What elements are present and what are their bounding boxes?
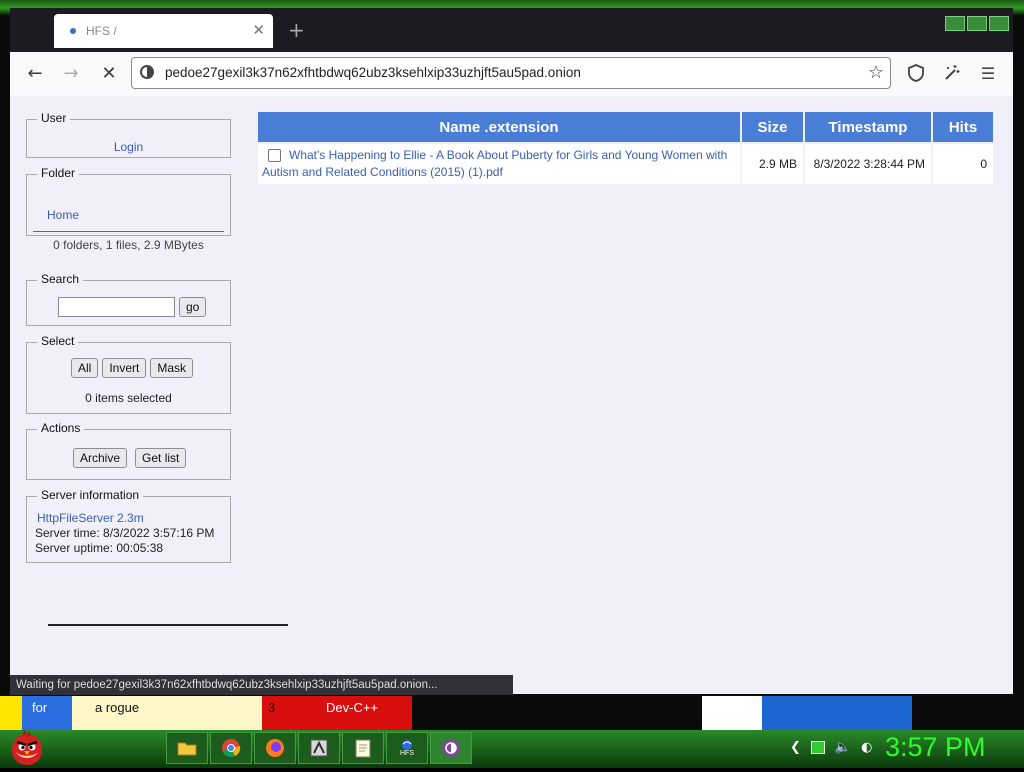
wallpaper-text: Dev-C++ — [326, 700, 379, 715]
table-row: What's Happening to Ellie - A Book About… — [258, 144, 993, 184]
folder-icon[interactable] — [166, 732, 208, 764]
tab-hfs[interactable]: HFS / ✕ — [54, 14, 273, 48]
wallpaper-strip: for a rogue 3 Dev-C++ — [0, 696, 1024, 730]
app-icon[interactable] — [298, 732, 340, 764]
archive-button[interactable]: Archive — [73, 448, 128, 468]
loading-favicon-icon — [70, 28, 76, 34]
forward-arrow-icon[interactable]: → — [58, 62, 84, 86]
select-all-button[interactable]: All — [71, 358, 99, 378]
maximize-button[interactable] — [967, 16, 987, 31]
url-bar[interactable]: pedoe27gexil3k37n62xfhtbdwq62ubz3ksehlxi… — [131, 57, 891, 89]
get-list-button[interactable]: Get list — [135, 448, 187, 468]
volume-icon[interactable]: 🔈 — [835, 740, 851, 755]
plus-icon[interactable]: + — [288, 20, 305, 40]
window-controls — [945, 16, 1009, 31]
status-bar: Waiting for pedoe27gexil3k37n62xfhtbdwq6… — [10, 675, 513, 695]
taskbar-apps: HFS — [166, 732, 472, 764]
file-size: 2.9 MB — [742, 144, 803, 184]
login-link[interactable]: Login — [114, 140, 143, 154]
panel-legend: Actions — [37, 421, 85, 435]
firefox-icon[interactable] — [254, 732, 296, 764]
panel-legend: User — [37, 111, 71, 125]
panel-legend: Select — [37, 334, 79, 348]
back-arrow-icon[interactable]: ← — [22, 62, 48, 86]
hfs-label: HFS — [400, 750, 414, 757]
minimize-button[interactable] — [945, 16, 965, 31]
chevron-icon[interactable]: ❮ — [790, 740, 801, 755]
menu-icon[interactable]: ☰ — [978, 64, 998, 84]
wallpaper-text: 3 — [268, 700, 276, 715]
column-header-timestamp[interactable]: Timestamp — [805, 112, 931, 142]
select-panel: Select All Invert Mask 0 items selected — [26, 334, 231, 414]
hfs-version-link[interactable]: HttpFileServer 2.3m — [37, 511, 144, 525]
file-link[interactable]: What's Happening to Ellie - A Book About… — [262, 148, 727, 179]
folder-summary: 0 folders, 1 files, 2.9 MBytes — [53, 238, 204, 252]
user-panel: User Login — [26, 111, 231, 158]
hfs-icon[interactable]: HFS — [386, 732, 428, 764]
file-timestamp: 8/3/2022 3:28:44 PM — [805, 144, 931, 184]
clock[interactable]: 3:57 PM — [885, 732, 986, 763]
wallpaper-text: for — [32, 700, 48, 715]
browser-window: HFS / ✕ + ← → ✕ pedoe27gexil3k37n62xfhtb… — [10, 8, 1013, 695]
file-table: Name .extension Size Timestamp Hits What… — [256, 110, 995, 186]
page-content: User Login Folder Home 0 folders, 1 file… — [10, 96, 1013, 694]
column-header-size[interactable]: Size — [742, 112, 803, 142]
search-panel: Search go — [26, 272, 231, 326]
folder-panel: Folder Home 0 folders, 1 files, 2.9 MByt… — [26, 166, 231, 252]
notepad-icon[interactable] — [342, 732, 384, 764]
file-checkbox[interactable] — [268, 149, 281, 163]
panel-legend: Server information — [37, 488, 144, 502]
divider — [48, 624, 288, 626]
wallpaper-text: a rogue — [95, 700, 140, 715]
invert-button[interactable]: Invert — [102, 358, 147, 378]
server-uptime: Server uptime: 00:05:38 — [35, 541, 164, 555]
selection-count: 0 items selected — [85, 391, 172, 405]
angry-bird-icon — [12, 730, 42, 765]
search-input[interactable] — [58, 297, 175, 317]
server-info-panel: Server information HttpFileServer 2.3m S… — [26, 488, 231, 563]
tray-app-icon[interactable]: ◐ — [861, 740, 872, 755]
column-header-hits[interactable]: Hits — [933, 112, 993, 142]
actions-panel: Actions Archive Get list — [26, 421, 231, 480]
system-tray: ❮ 🔈 ◐ — [790, 740, 872, 755]
tor-browser-icon[interactable] — [430, 732, 472, 764]
network-icon[interactable] — [810, 741, 825, 754]
onion-icon[interactable] — [140, 65, 154, 79]
tab-strip: HFS / ✕ + — [10, 8, 1013, 52]
mask-button[interactable]: Mask — [150, 358, 194, 378]
close-icon[interactable]: ✕ — [252, 22, 265, 38]
bookmark-star-icon[interactable]: ☆ — [868, 62, 884, 83]
table-header-row: Name .extension Size Timestamp Hits — [258, 112, 993, 142]
column-header-name[interactable]: Name .extension — [258, 112, 740, 142]
magic-wand-icon[interactable] — [942, 64, 962, 84]
tab-title: HFS / — [86, 24, 117, 38]
home-link[interactable]: Home — [47, 208, 79, 222]
server-time: Server time: 8/3/2022 3:57:16 PM — [35, 526, 215, 540]
file-hits: 0 — [933, 144, 993, 184]
taskbar: HFS ❮ 🔈 ◐ 3:57 PM — [0, 730, 1024, 768]
chrome-icon[interactable] — [210, 732, 252, 764]
file-name-cell: What's Happening to Ellie - A Book About… — [258, 144, 740, 184]
panel-legend: Folder — [37, 166, 80, 180]
shield-icon[interactable] — [906, 64, 926, 84]
navigation-toolbar: ← → ✕ pedoe27gexil3k37n62xfhtbdwq62ubz3k… — [10, 52, 1013, 96]
close-window-button[interactable] — [989, 16, 1009, 31]
stop-icon[interactable]: ✕ — [96, 62, 122, 86]
url-text[interactable]: pedoe27gexil3k37n62xfhtbdwq62ubz3ksehlxi… — [165, 65, 581, 80]
go-button[interactable]: go — [179, 297, 207, 317]
panel-legend: Search — [37, 272, 84, 286]
start-button[interactable] — [8, 730, 46, 768]
